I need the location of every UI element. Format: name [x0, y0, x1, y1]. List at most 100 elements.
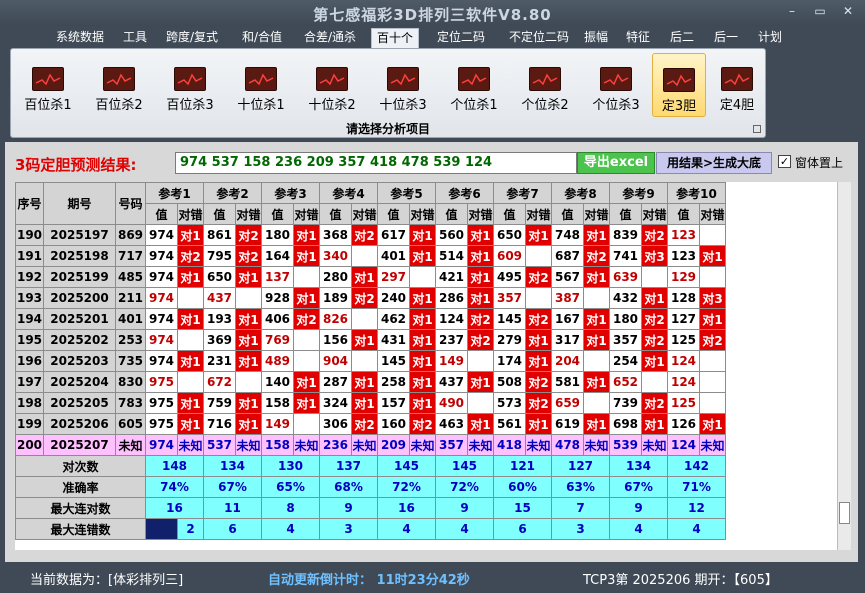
issue-cell: 2025201 — [43, 308, 116, 330]
ribbon-button-label: 定3胆 — [661, 99, 697, 114]
group-header: 参考10 — [667, 182, 726, 204]
table-row: 193 2025200 211 974 437 928 对1 189 对2 240 对1 286 对1 3… — [15, 287, 726, 309]
table-row: 192 2025199 485 974 对1 650 对1 137 280 对1 297 421 对1 4… — [15, 266, 726, 288]
data-grid[interactable]: 序号 期号 号码 参考1 参考2 参考3 参考4 参考5 参考6 参考7 参考8 参考9 参考10 值对错… — [15, 182, 837, 550]
value-cell: 861 — [203, 224, 236, 246]
ribbon-button[interactable]: 定3胆 — [652, 53, 706, 117]
ribbon-dialog-launcher-icon[interactable] — [753, 125, 761, 133]
group-header: 参考6 — [435, 182, 494, 204]
draw-number-cell: 735 — [115, 350, 146, 372]
ribbon-button[interactable]: 百位杀1 — [19, 53, 77, 117]
result-cell: 对1 — [293, 392, 320, 414]
result-cell — [467, 350, 494, 372]
result-cell — [699, 392, 726, 414]
ribbon-button[interactable]: 定4胆 — [713, 53, 761, 117]
result-cell: 对1 — [467, 245, 494, 267]
ribbon-button[interactable]: 十位杀3 — [374, 53, 432, 117]
stats-value: 9 — [319, 497, 378, 519]
menu-item[interactable]: 百十个 — [371, 28, 419, 48]
ribbon-button[interactable]: 十位杀2 — [303, 53, 361, 117]
result-cell: 对1 — [409, 350, 436, 372]
result-cell — [235, 371, 262, 393]
ribbon-button[interactable]: 十位杀1 — [232, 53, 290, 117]
menu-item[interactable]: 跨度/复式 — [160, 28, 224, 48]
group-header: 参考8 — [551, 182, 610, 204]
value-cell: 741 — [609, 245, 642, 267]
menu-item[interactable]: 和/合值 — [236, 28, 288, 48]
value-cell: 125 — [667, 329, 700, 351]
generate-base-button[interactable]: 用结果>生成大底 — [656, 152, 772, 174]
result-cell: 对2 — [467, 308, 494, 330]
value-cell: 237 — [435, 329, 468, 351]
row-number: 200 — [15, 434, 44, 456]
title-bar: 第七感福彩3D排列三软件V8.80 – ▭ ✕ — [0, 0, 865, 26]
result-cell: 对1 — [409, 329, 436, 351]
menu-item[interactable]: 特征 — [619, 28, 657, 48]
menu-item[interactable]: 定位二码 — [425, 28, 497, 48]
result-cell: 对1 — [235, 266, 262, 288]
stats-row: 准确率 74% 67% 65% 68% 72% 72% 60% 63% 67% 71% — [15, 476, 726, 498]
result-cell — [235, 287, 262, 309]
ribbon-button[interactable]: 个位杀2 — [516, 53, 574, 117]
close-button[interactable]: ✕ — [838, 3, 858, 19]
stats-value: 145 — [377, 455, 436, 477]
stats-value: 4 — [377, 518, 436, 540]
result-cell: 对1 — [177, 266, 204, 288]
result-cell: 对1 — [177, 392, 204, 414]
result-cell: 对1 — [583, 329, 610, 351]
value-cell: 164 — [261, 245, 294, 267]
issue-cell: 2025200 — [43, 287, 116, 309]
value-cell: 759 — [203, 392, 236, 414]
menu-item[interactable]: 计划 — [751, 28, 789, 48]
stats-value: 130 — [261, 455, 320, 477]
ribbon-button[interactable]: 个位杀1 — [445, 53, 503, 117]
menu-item[interactable]: 不定位二码 — [497, 28, 581, 48]
value-cell: 406 — [261, 308, 294, 330]
subheader-value: 值 — [435, 203, 468, 225]
menu-item[interactable]: 振幅 — [577, 28, 615, 48]
ribbon-button[interactable]: 个位杀3 — [587, 53, 645, 117]
value-cell: 128 — [667, 287, 700, 309]
value-cell: 401 — [377, 245, 410, 267]
issue-cell: 2025205 — [43, 392, 116, 414]
result-cell: 未知 — [177, 434, 204, 456]
window-ontop-checkbox[interactable]: ✓ — [778, 155, 791, 168]
stats-row: 对次数 148 134 130 137 145 145 121 127 134 142 — [15, 455, 726, 477]
result-cell: 未知 — [235, 434, 262, 456]
stats-value: 6 — [493, 518, 552, 540]
result-cell: 对1 — [235, 350, 262, 372]
stats-value: 134 — [203, 455, 262, 477]
export-excel-button[interactable]: 导出excel — [577, 152, 655, 174]
minimize-button[interactable]: – — [782, 3, 802, 19]
result-cell: 对1 — [525, 413, 552, 435]
subheader-value: 值 — [203, 203, 236, 225]
value-cell: 140 — [261, 371, 294, 393]
result-cell: 对1 — [583, 413, 610, 435]
scroll-thumb[interactable] — [839, 502, 850, 524]
result-cell — [177, 287, 204, 309]
ribbon-button[interactable]: 百位杀2 — [90, 53, 148, 117]
menu-item[interactable]: 工具 — [116, 28, 154, 48]
table-row: 196 2025203 735 974 对1 231 对1 489 904 145 对1 149 174… — [15, 350, 726, 372]
stats-value: 72% — [377, 476, 436, 498]
menu-item[interactable]: 合差/通杀 — [296, 28, 364, 48]
value-cell: 160 — [377, 413, 410, 435]
ribbon-button[interactable]: 百位杀3 — [161, 53, 219, 117]
value-cell: 698 — [609, 413, 642, 435]
value-cell: 369 — [203, 329, 236, 351]
menu-item[interactable]: 后一 — [707, 28, 745, 48]
ribbon-button-label: 十位杀3 — [379, 98, 427, 113]
result-cell: 对2 — [293, 308, 320, 330]
value-cell: 619 — [551, 413, 584, 435]
result-field[interactable]: 974 537 158 236 209 357 418 478 539 124 — [175, 152, 577, 174]
value-cell: 974 — [145, 329, 178, 351]
subheader-result: 对错 — [351, 203, 378, 225]
value-cell: 317 — [551, 329, 584, 351]
subheader-result: 对错 — [177, 203, 204, 225]
stats-value: 63% — [551, 476, 610, 498]
menu-item[interactable]: 后二 — [663, 28, 701, 48]
maximize-button[interactable]: ▭ — [810, 3, 830, 19]
vertical-scrollbar[interactable] — [837, 182, 851, 550]
menu-item[interactable]: 系统数据 — [44, 28, 116, 48]
issue-cell: 2025203 — [43, 350, 116, 372]
